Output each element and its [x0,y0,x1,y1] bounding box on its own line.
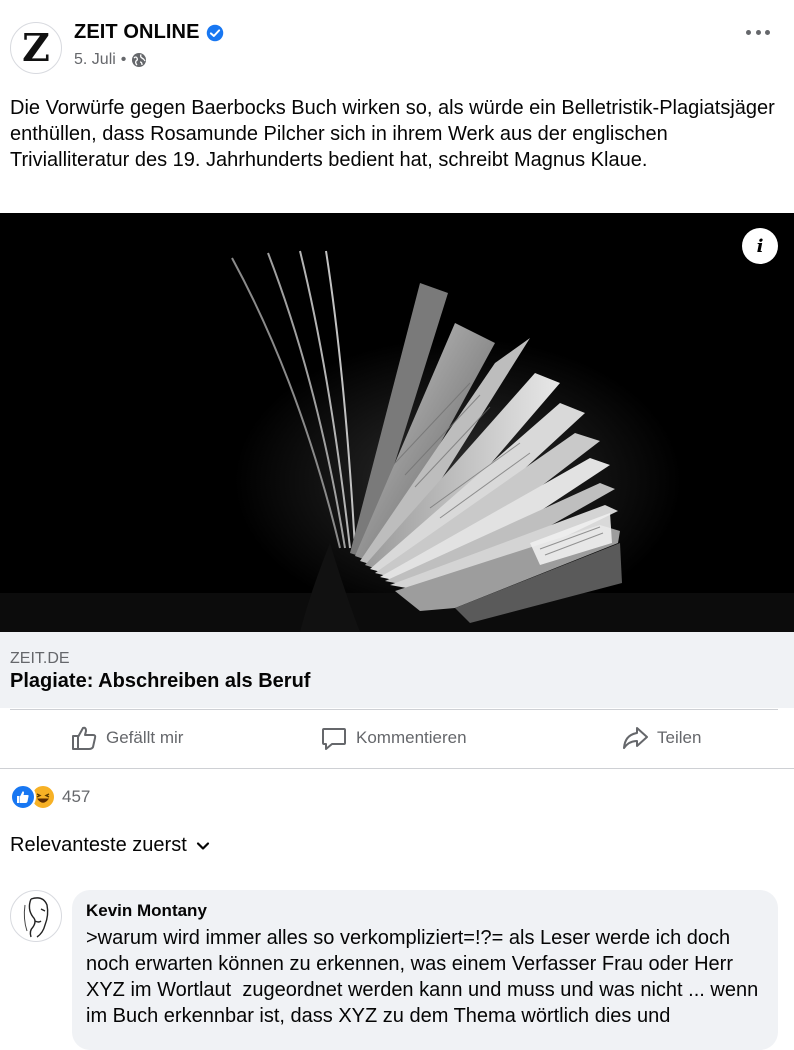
thumbs-up-icon [72,726,97,750]
action-bar: Gefällt mir Kommentieren Teilen [0,710,794,768]
comment-label: Kommentieren [356,728,467,747]
link-preview-image[interactable]: i [0,213,794,632]
zeit-logo: Z [22,25,50,70]
comment-button[interactable]: Kommentieren [320,724,467,752]
share-label: Teilen [657,728,702,747]
link-domain: ZEIT.DE [10,650,70,667]
post-date[interactable]: 5. Juli [74,51,116,69]
post-meta: 5. Juli • [74,51,147,69]
link-title: Plagiate: Abschreiben als Beruf [10,670,311,692]
post-header: Z ZEIT ONLINE 5. Juli • [0,0,794,90]
comment-sort-dropdown[interactable]: Relevanteste zuerst [10,834,211,857]
divider [0,768,794,769]
meta-separator: • [120,51,127,68]
like-button[interactable]: Gefällt mir [70,724,183,752]
link-preview-card[interactable]: ZEIT.DE Plagiate: Abschreiben als Beruf [0,632,794,708]
comment-author[interactable]: Kevin Montany [86,901,207,921]
page-avatar[interactable]: Z [10,22,62,74]
globe-icon [132,53,147,67]
verified-badge-icon [206,24,223,41]
sketch-face-avatar [23,897,49,938]
author-name[interactable]: ZEIT ONLINE [74,21,200,44]
post-text: Die Vorwürfe gegen Baerbocks Buch wirken… [10,97,775,171]
comment-bubble: Kevin Montany >warum wird immer alles so… [72,890,778,1050]
comment-text: >warum wird immer alles so verkomplizier… [86,927,764,1027]
info-icon[interactable]: i [742,228,778,264]
like-label: Gefällt mir [106,728,184,747]
sort-label: Relevanteste zuerst [10,834,187,856]
commenter-avatar[interactable] [10,890,62,942]
reaction-count: 457 [62,787,91,806]
share-button[interactable]: Teilen [621,724,701,752]
like-reaction-icon [10,784,36,810]
chevron-down-icon [196,841,209,850]
author-row: ZEIT ONLINE [74,21,224,44]
book-photo [0,213,794,632]
comment-bubble-icon [322,728,346,750]
more-options-icon[interactable] [746,22,770,42]
reactions-summary[interactable]: 457 [10,784,90,810]
share-arrow-icon [623,727,648,749]
